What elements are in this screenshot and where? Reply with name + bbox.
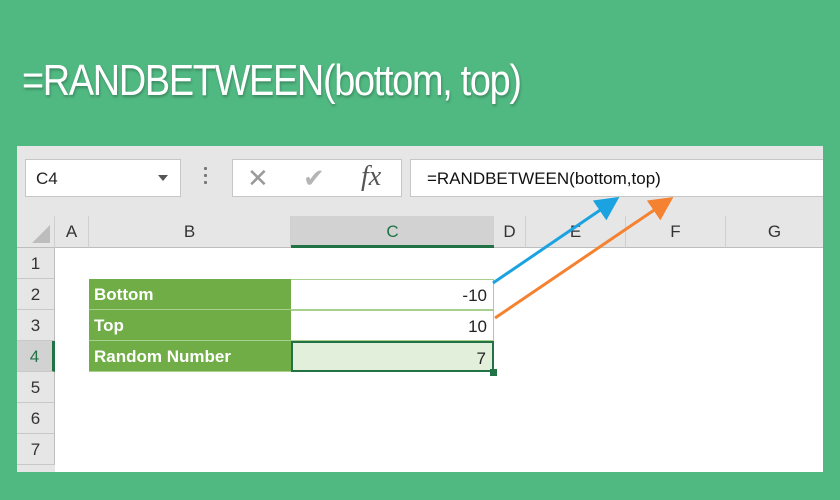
excel-window: C4 ✕ ✔ fx =RANDBETWEEN(bottom,top) A B C… [17,146,823,472]
formula-input[interactable]: =RANDBETWEEN(bottom,top) [410,159,823,197]
row-header-7[interactable]: 7 [17,434,55,465]
name-box[interactable]: C4 [25,159,181,197]
cell-c3[interactable]: 10 [291,310,494,341]
formula-text: =RANDBETWEEN(bottom,top) [427,169,661,188]
row-header-2[interactable]: 2 [17,279,55,310]
row-header-6[interactable]: 6 [17,403,55,434]
grip-icon[interactable] [203,163,207,193]
row-header-4[interactable]: 4 [17,341,55,372]
row-header-1[interactable]: 1 [17,248,55,279]
check-icon[interactable]: ✔ [303,163,325,194]
column-header-b[interactable]: B [89,216,291,248]
formula-buttons: ✕ ✔ fx [232,159,402,197]
fx-icon[interactable]: fx [361,161,381,193]
select-all-button[interactable] [17,216,55,248]
row-header-5[interactable]: 5 [17,372,55,403]
cell-c4-active[interactable]: 7 [291,341,494,372]
fill-handle[interactable] [490,369,497,376]
chevron-down-icon[interactable] [158,175,168,181]
column-header-a[interactable]: A [55,216,89,248]
cell-b3[interactable]: Top [89,310,291,341]
close-icon[interactable]: ✕ [247,163,269,194]
column-header-c[interactable]: C [291,216,494,248]
column-header-d[interactable]: D [494,216,526,248]
column-header-g[interactable]: G [726,216,823,248]
row-header-3[interactable]: 3 [17,310,55,341]
banner-title: =RANDBETWEEN(bottom, top) [22,56,522,105]
column-header-e[interactable]: E [526,216,626,248]
name-box-value: C4 [36,169,58,188]
cell-c2[interactable]: -10 [291,279,494,310]
cell-b4[interactable]: Random Number [89,341,291,372]
cell-b2[interactable]: Bottom [89,279,291,310]
column-header-f[interactable]: F [626,216,726,248]
